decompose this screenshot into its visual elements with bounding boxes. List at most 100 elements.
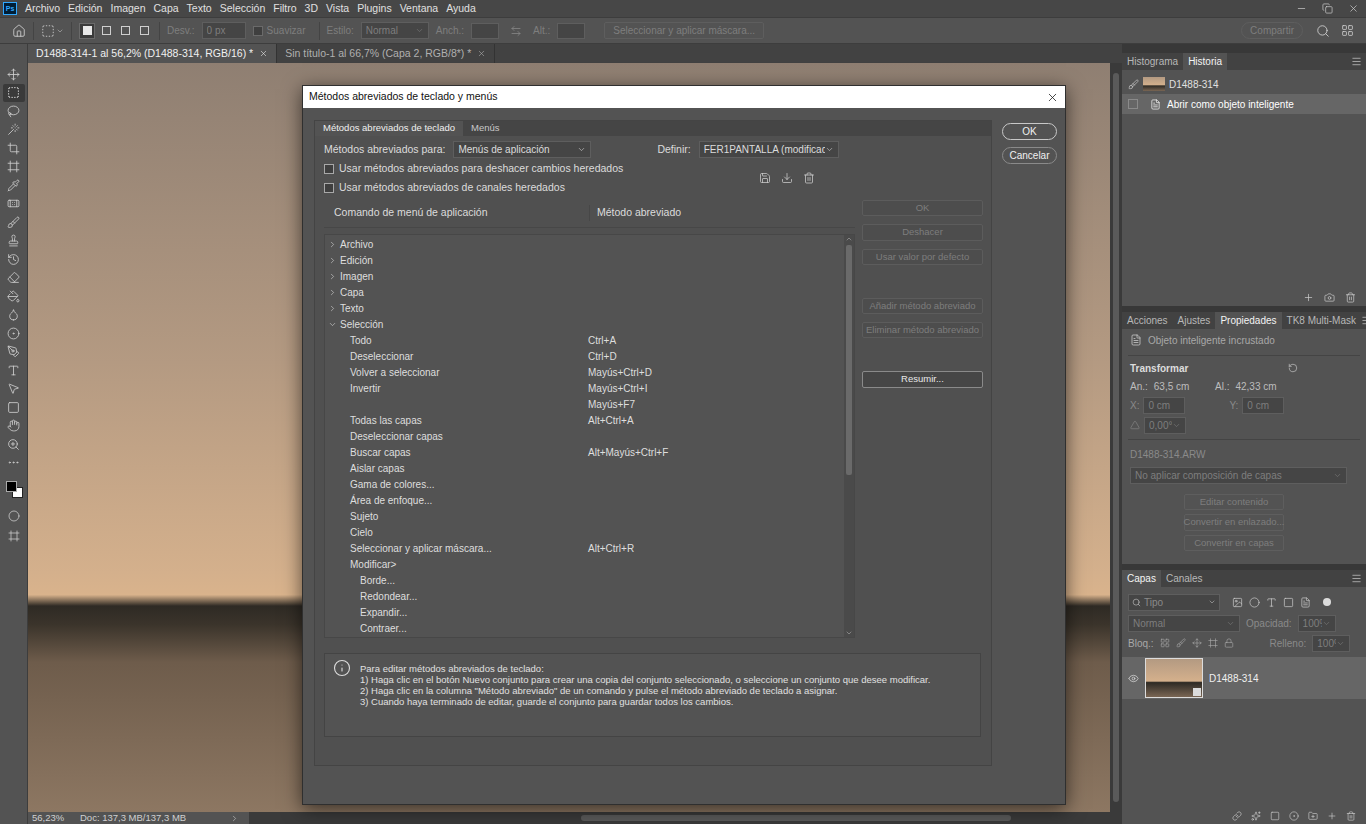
side-button[interactable]: Deshacer — [862, 224, 983, 240]
lock-paint-icon[interactable] — [1176, 638, 1186, 648]
tool-button[interactable] — [3, 287, 25, 306]
menu-item[interactable]: Ventana — [396, 0, 443, 17]
close-tab-icon[interactable] — [259, 49, 268, 58]
menu-group-row[interactable]: Edición — [325, 252, 844, 268]
marquee-preset-icon[interactable] — [41, 24, 55, 38]
tool-button[interactable] — [3, 343, 25, 362]
command-row[interactable]: Cielo — [325, 524, 844, 540]
tool-button[interactable] — [3, 398, 25, 417]
tool-button[interactable] — [3, 84, 25, 103]
search-icon[interactable] — [1316, 24, 1330, 38]
panel-tab[interactable]: Histograma — [1122, 53, 1183, 70]
height-input[interactable] — [557, 23, 585, 39]
link-icon[interactable] — [1232, 811, 1242, 821]
zoom-level[interactable]: 56,23% — [28, 811, 80, 824]
panel-tab[interactable]: Historia — [1183, 53, 1227, 70]
delete-set-icon[interactable] — [803, 172, 815, 184]
color-swatches[interactable] — [3, 476, 25, 502]
collapsed-icon[interactable] — [328, 240, 337, 249]
reset-icon[interactable] — [1288, 363, 1298, 373]
set-select[interactable]: FER1PANTALLA (modificado) — [699, 141, 839, 158]
quick-mask-icon[interactable] — [8, 510, 20, 522]
panel-tab[interactable]: Propiedades — [1215, 312, 1281, 329]
window-control[interactable] — [1288, 0, 1314, 17]
panel-menu-icon[interactable] — [1351, 573, 1362, 584]
command-row[interactable]: Redondear... — [325, 588, 844, 604]
tool-button[interactable] — [3, 250, 25, 269]
ok-button[interactable]: OK — [1002, 123, 1057, 140]
command-row[interactable]: Aislar capas — [325, 460, 844, 476]
effects-icon[interactable] — [1251, 811, 1261, 821]
new-document-icon[interactable] — [1303, 292, 1314, 303]
command-row[interactable]: Gama de colores... — [325, 476, 844, 492]
y-input[interactable]: 0 cm — [1242, 397, 1284, 414]
lock-position-icon[interactable] — [1192, 638, 1202, 648]
collapsed-icon[interactable] — [328, 272, 337, 281]
command-row[interactable]: Área de enfoque... — [325, 492, 844, 508]
command-row[interactable]: Mayús+F7 — [325, 396, 844, 412]
tool-button[interactable] — [3, 213, 25, 232]
dialog-checkbox[interactable] — [324, 183, 334, 193]
tool-button[interactable] — [3, 158, 25, 177]
visibility-icon[interactable] — [1128, 673, 1139, 684]
close-tab-icon[interactable] — [477, 49, 486, 58]
command-row[interactable]: Volver a seleccionarMayús+Ctrl+D — [325, 364, 844, 380]
tool-button[interactable] — [3, 417, 25, 436]
group-icon[interactable] — [1308, 811, 1318, 821]
delete-icon[interactable] — [1345, 292, 1356, 303]
tool-button[interactable] — [3, 232, 25, 251]
scroll-up-icon[interactable] — [845, 235, 853, 243]
dialog-close-icon[interactable] — [1046, 91, 1059, 104]
home-icon[interactable] — [12, 24, 26, 38]
command-row[interactable]: TodoCtrl+A — [325, 332, 844, 348]
shape-filter-icon[interactable] — [1283, 597, 1294, 608]
tool-button[interactable] — [3, 195, 25, 214]
adjustment-icon[interactable] — [1289, 811, 1299, 821]
menu-item[interactable]: Archivo — [21, 0, 64, 17]
feather-input[interactable]: 0 px — [202, 22, 246, 39]
tool-button[interactable] — [3, 361, 25, 380]
menu-item[interactable]: Vista — [322, 0, 353, 17]
command-row[interactable]: Deseleccionar capas — [325, 428, 844, 444]
fill-input[interactable]: 100% — [1312, 635, 1350, 652]
menu-item[interactable]: Edición — [64, 0, 106, 17]
panel-menu-icon[interactable] — [1361, 315, 1366, 326]
command-row[interactable]: Borde... — [325, 572, 844, 588]
command-row[interactable]: DeseleccionarCtrl+D — [325, 348, 844, 364]
document-tab[interactable]: Sin título-1 al 66,7% (Capa 2, RGB/8*) * — [277, 44, 495, 63]
tool-button[interactable] — [3, 121, 25, 140]
tool-button[interactable] — [3, 65, 25, 84]
swap-icon[interactable] — [510, 25, 522, 37]
menu-item[interactable]: Imagen — [106, 0, 149, 17]
filter-toggle[interactable] — [1323, 598, 1331, 606]
menu-group-row[interactable]: Capa — [325, 284, 844, 300]
tool-button[interactable] — [3, 435, 25, 454]
delete-layer-icon[interactable] — [1346, 811, 1356, 821]
blend-mode-select[interactable]: Normal — [1128, 615, 1240, 632]
command-row[interactable]: Modificar> — [325, 556, 844, 572]
dialog-tab[interactable]: Métodos abreviados de teclado — [315, 121, 463, 136]
scroll-down-icon[interactable] — [845, 629, 853, 637]
x-input[interactable]: 0 cm — [1143, 397, 1185, 414]
cancel-button[interactable]: Cancelar — [1002, 147, 1057, 164]
menu-item[interactable]: Texto — [183, 0, 216, 17]
tool-button[interactable] — [3, 269, 25, 288]
style-select[interactable]: Normal — [361, 22, 429, 39]
tool-button[interactable] — [3, 324, 25, 343]
menu-group-row[interactable]: Texto — [325, 300, 844, 316]
screen-mode-icon[interactable] — [8, 530, 20, 542]
side-button[interactable]: Usar valor por defecto — [862, 249, 983, 265]
menu-item[interactable]: Filtro — [269, 0, 300, 17]
tool-button[interactable] — [3, 176, 25, 195]
menu-item[interactable]: Ayuda — [442, 0, 480, 17]
side-button[interactable]: Añadir método abreviado — [862, 298, 983, 314]
status-menu-icon[interactable] — [230, 814, 239, 823]
adjustment-filter-icon[interactable] — [1249, 597, 1260, 608]
panel-menu-icon[interactable] — [1351, 56, 1362, 67]
layer-comp-select[interactable]: No aplicar composición de capas — [1130, 467, 1347, 484]
tree-scrollbar[interactable] — [844, 235, 854, 637]
command-row[interactable]: Sujeto — [325, 508, 844, 524]
selection-mode-button[interactable] — [117, 23, 133, 39]
dialog-tab[interactable]: Menús — [463, 121, 508, 136]
menu-group-row[interactable]: Archivo — [325, 236, 844, 252]
